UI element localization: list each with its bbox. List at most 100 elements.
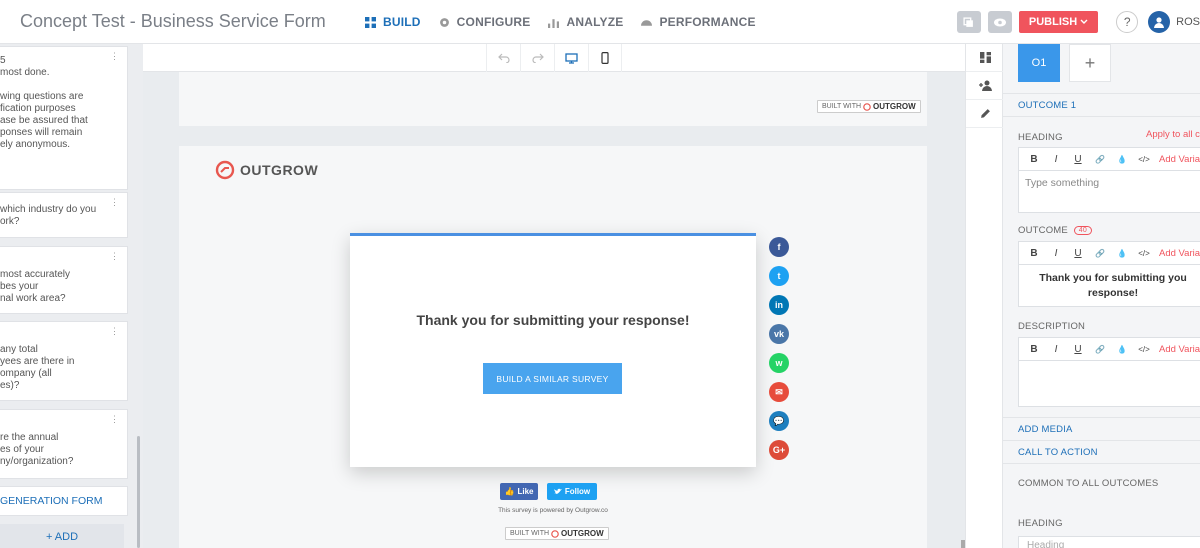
kebab-menu-icon[interactable]: ⋮ [110,415,119,424]
publish-button[interactable]: PUBLISH [1018,11,1099,33]
layout-mode-button[interactable] [966,44,1004,72]
link-icon[interactable]: 🔗 [1089,345,1111,354]
bold-button[interactable]: B [1023,248,1045,259]
color-drop-icon[interactable]: 💧 [1111,249,1133,258]
preview-canvas: BUILT WITH OUTGROW OUTGROW Thank you for… [143,44,965,548]
outcome-name[interactable]: OUTCOME 1 [1018,100,1076,111]
tab-outcome-1[interactable]: O1 [1018,44,1060,82]
code-icon[interactable]: </> [1133,345,1155,354]
build-similar-survey-button[interactable]: BUILD A SIMILAR SURVEY [483,363,622,394]
modal-heading[interactable]: Thank you for submitting your response! [350,312,756,328]
email-share-button[interactable]: ✉ [769,382,789,402]
color-drop-icon[interactable]: 💧 [1111,155,1133,164]
question-card[interactable]: re the annual es of your ny/organization… [0,409,128,479]
code-icon[interactable]: </> [1133,155,1155,164]
question-text: most accurately bes your nal work area? [0,269,71,304]
add-variable-link[interactable]: Add Varial [1159,154,1200,165]
add-variable-link[interactable]: Add Varial [1159,344,1200,355]
built-with-badge[interactable]: BUILT WITH OUTGROW [505,527,609,540]
vk-share-button[interactable]: vk [769,324,789,344]
outgrow-logo-icon [215,160,235,180]
italic-button[interactable]: I [1045,344,1067,355]
kebab-menu-icon[interactable]: ⋮ [110,252,119,261]
description-label: DESCRIPTION [1018,321,1086,332]
divider [1003,417,1200,418]
kebab-menu-icon[interactable]: ⋮ [110,198,119,207]
question-card[interactable]: which industry do you ork? ⋮ [0,192,128,238]
pencil-icon [980,109,990,118]
heading2-label: HEADING [1018,518,1063,529]
question-list-panel: 5 most done. wing questions are fication… [0,44,140,548]
whatsapp-share-button[interactable]: w [769,353,789,373]
preview-button[interactable] [987,11,1012,33]
facebook-share-button[interactable]: f [769,237,789,257]
add-variable-link[interactable]: Add Varial [1159,248,1200,259]
left-scrollbar[interactable] [137,436,140,548]
apply-to-all-link[interactable]: Apply to all c [1146,129,1200,140]
link-icon[interactable]: 🔗 [1089,249,1111,258]
built-with-badge[interactable]: BUILT WITH OUTGROW [817,100,921,113]
divider [1003,463,1200,464]
vk-icon: vk [773,329,784,339]
italic-button[interactable]: I [1045,154,1067,165]
nav-analyze[interactable]: ANALYZE [548,15,623,29]
nav-configure[interactable]: CONFIGURE [439,15,531,29]
rich-text-toolbar: B I U 🔗 💧 </> Add Varial [1019,338,1200,361]
underline-button[interactable]: U [1067,344,1089,355]
color-drop-icon[interactable]: 💧 [1111,345,1133,354]
bold-button[interactable]: B [1023,344,1045,355]
facebook-like-button[interactable]: 👍 Like [500,483,538,500]
italic-button[interactable]: I [1045,248,1067,259]
app-title: Concept Test - Business Service Form [20,11,326,31]
outcome-field-label: OUTCOME 40 [1018,225,1092,236]
help-button[interactable]: ? [1116,11,1139,33]
kebab-menu-icon[interactable]: ⋮ [110,52,119,61]
heading-input[interactable]: Type something [1019,171,1200,195]
common-heading-input[interactable]: Heading [1018,536,1200,548]
copy-icon [963,16,974,27]
duplicate-button[interactable] [956,11,981,33]
generation-form-card[interactable]: GENERATION FORM [0,486,128,516]
edit-mode-button[interactable] [966,100,1004,128]
twitter-follow-button[interactable]: Follow [547,483,597,500]
twitter-bird-icon [553,488,562,495]
google-plus-share-button[interactable]: G+ [769,440,789,460]
twitter-icon: t [777,271,781,281]
description-input[interactable] [1019,361,1200,373]
code-icon[interactable]: </> [1133,249,1155,258]
add-media-link[interactable]: ADD MEDIA [1018,424,1073,435]
underline-button[interactable]: U [1067,154,1089,165]
desktop-view-button[interactable] [554,44,588,72]
question-text: re the annual es of your ny/organization… [0,432,74,467]
email-icon: ✉ [775,386,783,397]
char-count-badge: 40 [1073,225,1092,235]
chat-share-button[interactable]: 💬 [769,411,789,431]
kebab-menu-icon[interactable]: ⋮ [110,327,119,336]
rich-text-toolbar: B I U 🔗 💧 </> Add Varial [1019,242,1200,265]
question-card[interactable]: 5 most done. wing questions are fication… [0,46,128,190]
nav-build[interactable]: BUILD [365,15,421,29]
outcome-label-text: OUTCOME [1018,225,1068,236]
question-card[interactable]: most accurately bes your nal work area? … [0,246,128,314]
linkedin-share-button[interactable]: in [769,295,789,315]
mobile-view-button[interactable] [588,44,622,72]
underline-button[interactable]: U [1067,248,1089,259]
nav-performance[interactable]: PERFORMANCE [641,15,755,29]
thumbs-up-icon: 👍 [504,487,515,496]
undo-button[interactable] [486,44,520,72]
bold-button[interactable]: B [1023,154,1045,165]
redo-button[interactable] [520,44,554,72]
user-name[interactable]: ROS [1176,16,1200,28]
call-to-action-link[interactable]: CALL TO ACTION [1018,447,1098,458]
link-icon[interactable]: 🔗 [1089,155,1111,164]
add-outcome-button[interactable]: + [1069,44,1111,82]
logo-text: OUTGROW [240,162,319,178]
divider [1003,116,1200,117]
user-icon [1154,17,1165,28]
avatar[interactable] [1148,11,1171,33]
add-question-button[interactable]: + ADD [0,524,124,548]
twitter-share-button[interactable]: t [769,266,789,286]
outcome-input[interactable]: Thank you for submitting you response! [1019,265,1200,307]
add-user-mode-button[interactable] [966,72,1004,100]
question-card[interactable]: any total yees are there in ompany (all … [0,321,128,401]
